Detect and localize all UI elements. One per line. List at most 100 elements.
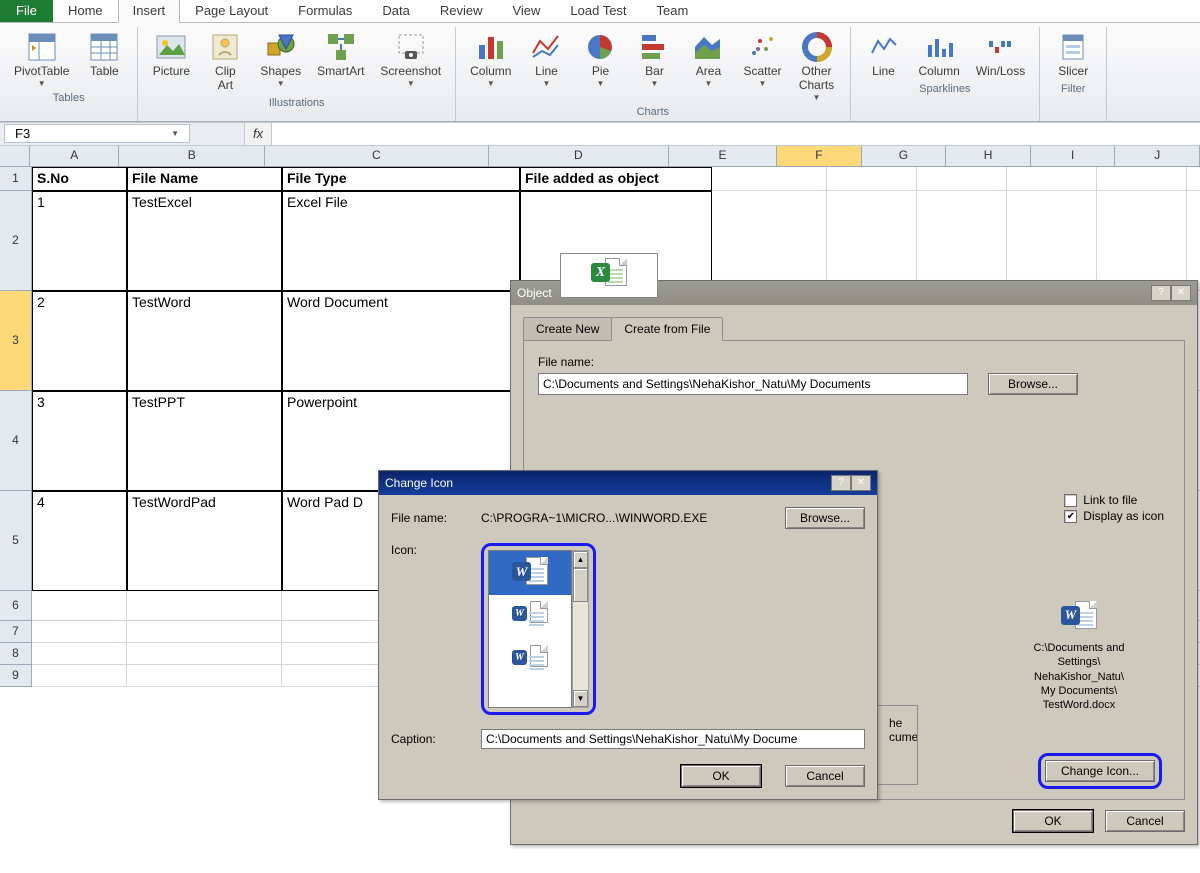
- col-header-E[interactable]: E: [669, 146, 777, 166]
- tab-data[interactable]: Data: [367, 0, 424, 22]
- cell-B2[interactable]: TestExcel: [127, 191, 282, 291]
- change-icon-button[interactable]: Change Icon...: [1045, 760, 1155, 782]
- icon-item-selected[interactable]: W: [489, 551, 571, 595]
- row-header-6[interactable]: 6: [0, 591, 32, 621]
- help-button[interactable]: ?: [1151, 285, 1171, 301]
- col-header-J[interactable]: J: [1115, 146, 1200, 166]
- scatter-chart-button[interactable]: Scatter ▼: [737, 27, 787, 104]
- caption-input[interactable]: [481, 729, 865, 749]
- row-header-4[interactable]: 4: [0, 391, 32, 491]
- pie-chart-button[interactable]: Pie ▼: [575, 27, 625, 104]
- cell-E1[interactable]: [712, 167, 827, 191]
- cell-B5[interactable]: TestWordPad: [127, 491, 282, 591]
- scroll-down-button[interactable]: ▼: [573, 690, 588, 707]
- file-name-input[interactable]: [538, 373, 968, 395]
- row-header-5[interactable]: 5: [0, 491, 32, 591]
- cell-A9[interactable]: [32, 665, 127, 687]
- ok-button[interactable]: OK: [1013, 810, 1093, 832]
- scroll-thumb[interactable]: [573, 568, 588, 602]
- cell-G1[interactable]: [917, 167, 1007, 191]
- pivottable-button[interactable]: PivotTable ▼: [8, 27, 75, 90]
- cell-A5[interactable]: 4: [32, 491, 127, 591]
- slicer-button[interactable]: Slicer: [1048, 27, 1098, 81]
- cell-A1[interactable]: S.No: [32, 167, 127, 191]
- cell-J1[interactable]: [1187, 167, 1200, 191]
- tab-home[interactable]: Home: [53, 0, 118, 22]
- cancel-button[interactable]: Cancel: [1105, 810, 1185, 832]
- row-header-2[interactable]: 2: [0, 191, 32, 291]
- col-header-B[interactable]: B: [119, 146, 265, 166]
- tab-create-from-file[interactable]: Create from File: [611, 317, 723, 341]
- column-chart-button[interactable]: Column ▼: [464, 27, 517, 104]
- col-header-G[interactable]: G: [862, 146, 947, 166]
- row-header-7[interactable]: 7: [0, 621, 32, 643]
- select-all-button[interactable]: [0, 146, 30, 166]
- area-chart-button[interactable]: Area ▼: [683, 27, 733, 104]
- cell-H2[interactable]: [1007, 191, 1097, 291]
- smartart-button[interactable]: SmartArt: [311, 27, 370, 95]
- cell-B9[interactable]: [127, 665, 282, 687]
- cell-H1[interactable]: [1007, 167, 1097, 191]
- cell-I1[interactable]: [1097, 167, 1187, 191]
- cell-C1[interactable]: File Type: [282, 167, 520, 191]
- shapes-button[interactable]: Shapes ▼: [254, 27, 307, 95]
- line-chart-button[interactable]: Line ▼: [521, 27, 571, 104]
- sparkline-line-button[interactable]: Line: [859, 27, 909, 81]
- cell-F1[interactable]: [827, 167, 917, 191]
- link-to-file-checkbox[interactable]: Link to file: [1064, 493, 1164, 507]
- cell-A2[interactable]: 1: [32, 191, 127, 291]
- col-header-D[interactable]: D: [489, 146, 669, 166]
- col-header-A[interactable]: A: [30, 146, 119, 166]
- cell-F2[interactable]: [827, 191, 917, 291]
- picture-button[interactable]: Picture: [146, 27, 196, 95]
- ci-browse-button[interactable]: Browse...: [785, 507, 865, 529]
- col-header-F[interactable]: F: [777, 146, 862, 166]
- formula-input[interactable]: [272, 123, 1200, 145]
- cell-G2[interactable]: [917, 191, 1007, 291]
- cell-J2[interactable]: [1187, 191, 1200, 291]
- screenshot-button[interactable]: Screenshot ▼: [374, 27, 447, 95]
- scroll-up-button[interactable]: ▲: [573, 551, 588, 568]
- close-button[interactable]: ✕: [1171, 285, 1191, 301]
- cell-C3[interactable]: Word Document: [282, 291, 520, 391]
- row-header-9[interactable]: 9: [0, 665, 32, 687]
- cell-C2[interactable]: Excel File: [282, 191, 520, 291]
- icon-item[interactable]: W: [489, 639, 571, 683]
- cell-E2[interactable]: [712, 191, 827, 291]
- tab-insert[interactable]: Insert: [118, 0, 181, 23]
- close-button[interactable]: ✕: [851, 475, 871, 491]
- col-header-C[interactable]: C: [265, 146, 489, 166]
- sparkline-winloss-button[interactable]: Win/Loss: [970, 27, 1031, 81]
- cell-A7[interactable]: [32, 621, 127, 643]
- ci-ok-button[interactable]: OK: [681, 765, 761, 787]
- cell-B6[interactable]: [127, 591, 282, 621]
- file-tab[interactable]: File: [0, 0, 53, 22]
- cell-D1[interactable]: File added as object: [520, 167, 712, 191]
- name-box[interactable]: F3 ▼: [4, 124, 190, 143]
- tab-team[interactable]: Team: [642, 0, 704, 22]
- tab-page-layout[interactable]: Page Layout: [180, 0, 283, 22]
- cell-A8[interactable]: [32, 643, 127, 665]
- tab-create-new[interactable]: Create New: [523, 317, 612, 340]
- bar-chart-button[interactable]: Bar ▼: [629, 27, 679, 104]
- cell-B8[interactable]: [127, 643, 282, 665]
- cell-B7[interactable]: [127, 621, 282, 643]
- clipart-button[interactable]: Clip Art: [200, 27, 250, 95]
- table-button[interactable]: Table: [79, 27, 129, 90]
- tab-view[interactable]: View: [497, 0, 555, 22]
- icon-list-scrollbar[interactable]: ▲ ▼: [572, 550, 589, 708]
- browse-button[interactable]: Browse...: [988, 373, 1078, 395]
- icon-list[interactable]: W W W: [488, 550, 572, 708]
- embedded-object[interactable]: X: [560, 253, 658, 298]
- cell-B4[interactable]: TestPPT: [127, 391, 282, 491]
- cell-A3[interactable]: 2: [32, 291, 127, 391]
- cell-I2[interactable]: [1097, 191, 1187, 291]
- tab-load-test[interactable]: Load Test: [555, 0, 641, 22]
- sparkline-column-button[interactable]: Column: [913, 27, 966, 81]
- icon-item[interactable]: W: [489, 595, 571, 639]
- col-header-I[interactable]: I: [1031, 146, 1116, 166]
- other-charts-button[interactable]: Other Charts ▼: [792, 27, 842, 104]
- row-header-3[interactable]: 3: [0, 291, 32, 391]
- row-header-1[interactable]: 1: [0, 167, 32, 191]
- cell-A6[interactable]: [32, 591, 127, 621]
